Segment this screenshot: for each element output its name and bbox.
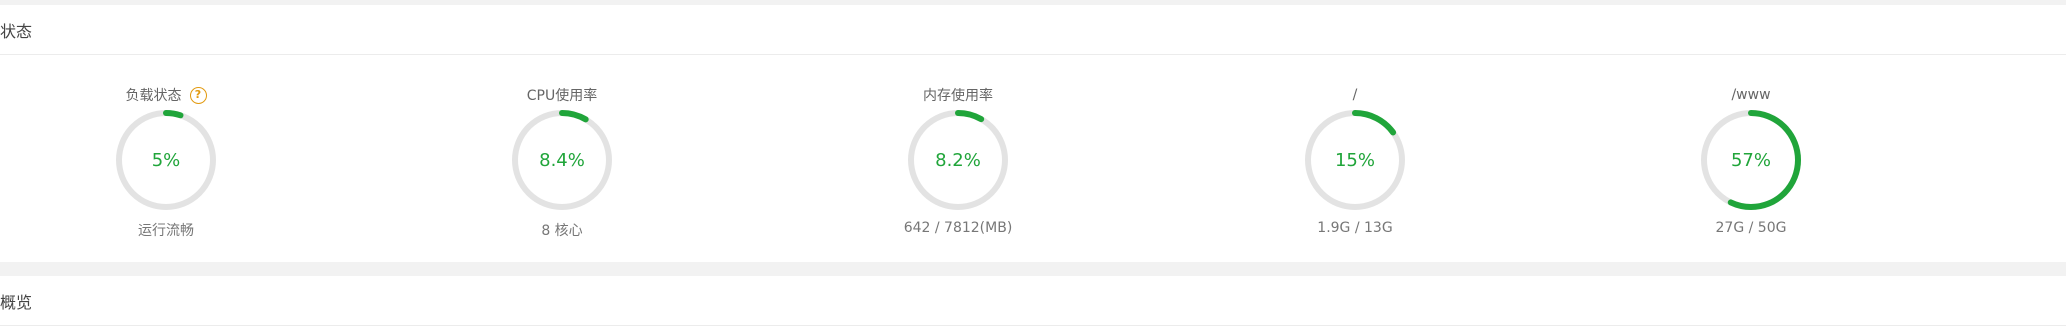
gauge-subtext: 27G / 50G [1715, 220, 1787, 236]
gauge-disk-www[interactable]: /www 57% 27G / 50G [1631, 56, 1871, 262]
gauge-cpu[interactable]: CPU使用率 8.4% 8 核心 [442, 56, 682, 262]
gauge-value: 5% [151, 149, 181, 171]
gauge-value: 15% [1334, 149, 1375, 171]
gauge-title-label: CPU使用率 [526, 88, 598, 104]
gauge-value: 57% [1730, 149, 1771, 171]
gauge-subtext: 8 核心 [541, 223, 583, 239]
gauge-load[interactable]: 负载状态 ? 5% 运行流畅 [46, 56, 286, 262]
overview-panel-header: 概览 [0, 276, 2066, 326]
gauge-title: 内存使用率 [838, 85, 1078, 105]
gauge-title-label: 负载状态 [125, 88, 182, 104]
gauge-title-label: /www [1731, 87, 1771, 103]
gauge-title-label: / [1352, 87, 1358, 103]
gauge-subtext: 1.9G / 13G [1317, 220, 1393, 236]
gauge-value: 8.4% [539, 149, 585, 171]
gauge-row: 负载状态 ? 5% 运行流畅 CPU使用率 8.4% 8 核心 内存使用率 8.… [0, 56, 2066, 262]
gauge-title: CPU使用率 [442, 85, 682, 105]
gauge-memory[interactable]: 内存使用率 8.2% 642 / 7812(MB) [838, 56, 1078, 262]
gauge-disk-root[interactable]: / 15% 1.9G / 13G [1235, 56, 1475, 262]
status-panel-title: 状态 [0, 21, 33, 41]
overview-panel: 概览 [0, 276, 2066, 333]
overview-panel-title: 概览 [0, 292, 33, 312]
status-panel-header: 状态 [0, 5, 2066, 55]
gauge-value: 8.2% [935, 149, 981, 171]
gauge-title: /www [1631, 85, 1871, 105]
gauge-title-label: 内存使用率 [923, 88, 993, 104]
gauge-subtext: 642 / 7812(MB) [903, 220, 1013, 236]
status-panel: 状态 负载状态 ? 5% 运行流畅 CPU使用率 8.4% 8 核心 内存使用率… [0, 5, 2066, 262]
gauge-title: 负载状态 ? [46, 85, 286, 105]
help-icon[interactable]: ? [189, 86, 207, 104]
gauge-title: / [1235, 85, 1475, 105]
panel-gap [0, 262, 2066, 276]
gauge-subtext: 运行流畅 [138, 223, 194, 239]
